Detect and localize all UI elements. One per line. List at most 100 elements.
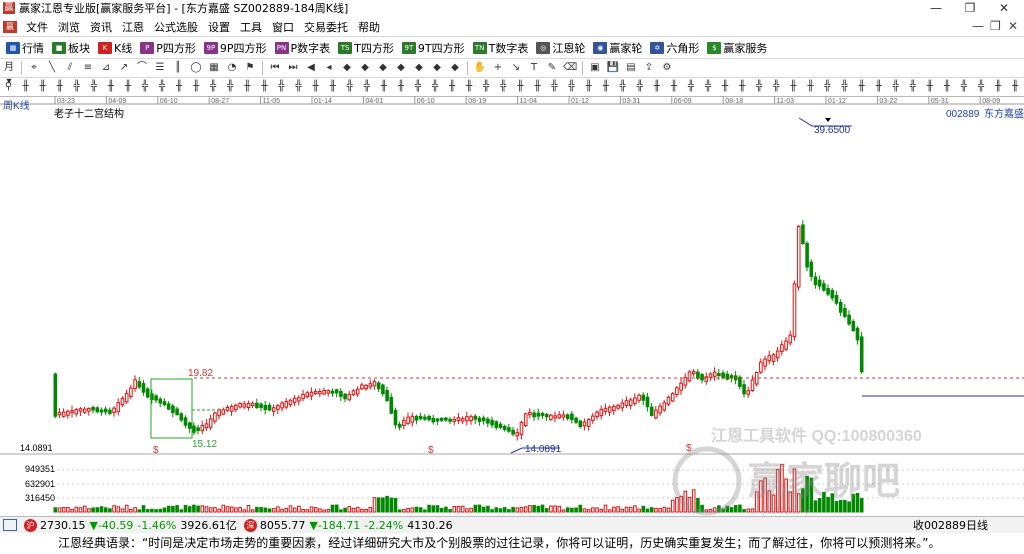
pattern-21-icon[interactable]: ╬ [343,80,356,94]
crosshair-icon[interactable]: + [491,61,505,75]
app-menu-icon[interactable]: 赢 [3,21,17,33]
menu-help[interactable]: 帮助 [353,19,385,35]
toolbar-winner-wheel-button[interactable]: ◉ 赢家轮 [593,40,642,56]
bar-icon[interactable]: ║ [171,61,185,75]
menu-trade[interactable]: 交易委托 [299,19,353,35]
pattern-2-icon[interactable]: ╫ [19,80,32,94]
pattern-25-icon[interactable]: ╬ [412,80,425,94]
menu-settings[interactable]: 设置 [203,19,235,35]
fib-icon[interactable]: ☰ [153,61,167,75]
flag-icon[interactable]: ⚑ [243,61,257,75]
left-icon[interactable]: ◂ [322,61,336,75]
line-tool-icon[interactable]: ╲ [45,61,59,75]
sz-index-icon[interactable]: 深 [243,518,257,532]
cycle-icon[interactable]: ◔ [225,61,239,75]
menu-gann[interactable]: 江恩 [117,19,149,35]
pattern-32-icon[interactable]: ╫ [531,80,544,94]
toolbar-t-square-button[interactable]: TS T四方形 [338,40,394,56]
pattern-7-icon[interactable]: ╫ [104,80,117,94]
toolbar-9t-square-button[interactable]: 9T 9T四方形 [401,40,465,56]
child-restore-button[interactable]: ❐ [990,19,1001,33]
circle-icon[interactable]: ◯ [189,61,203,75]
pattern-51-icon[interactable]: ╫ [855,80,868,94]
pattern-46-icon[interactable]: ╬ [770,80,783,94]
pattern-9-icon[interactable]: ╬ [139,80,152,94]
pattern-56-icon[interactable]: ╫ [940,80,953,94]
first-icon[interactable]: ⏮ [268,61,282,75]
pattern-26-icon[interactable]: ╬ [429,80,442,94]
pattern-38-icon[interactable]: ╬ [633,80,646,94]
pattern-60-icon[interactable]: ╫ [1009,80,1022,94]
eraser-icon[interactable]: ⌫ [563,61,577,75]
diamond7-icon[interactable]: ◆ [448,61,462,75]
pattern-22-icon[interactable]: ╬ [360,80,373,94]
menu-tools[interactable]: 工具 [235,19,267,35]
pattern-37-icon[interactable]: ╬ [616,80,629,94]
arrow-icon[interactable]: ↘ [509,61,523,75]
pattern-18-icon[interactable]: ╬ [292,80,305,94]
pattern-49-icon[interactable]: ╬ [821,80,834,94]
sh-index-icon[interactable]: 沪 [24,518,37,532]
pattern-33-icon[interactable]: ╬ [548,80,561,94]
pattern-42-icon[interactable]: ╬ [702,80,715,94]
cursor-icon[interactable]: ⌖ [27,61,41,75]
pattern-4-icon[interactable]: ╫ [53,80,66,94]
pattern-59-icon[interactable]: ╫ [992,80,1005,94]
print-icon[interactable]: ▤ [624,61,638,75]
pattern-48-icon[interactable]: ╫ [804,80,817,94]
pattern-16-icon[interactable]: ╫ [258,80,271,94]
pattern-27-icon[interactable]: ╫ [446,80,459,94]
diamond2-icon[interactable]: ◆ [358,61,372,75]
menu-browse[interactable]: 浏览 [53,19,85,35]
menu-file[interactable]: 文件 [21,19,53,35]
kline-chart[interactable]: 03-23 04-09 06-10 08-27 11-05 01-14 04-01 06-10… [0,95,1024,517]
period-dropdown-icon[interactable]: 月▾ [2,61,16,87]
pattern-52-icon[interactable]: ╫ [872,80,885,94]
pattern-28-icon[interactable]: ╫ [463,80,476,94]
pattern-41-icon[interactable]: ╬ [685,80,698,94]
pattern-8-icon[interactable]: ╫ [121,80,134,94]
pattern-57-icon[interactable]: ╬ [958,80,971,94]
pattern-54-icon[interactable]: ╬ [906,80,919,94]
diamond6-icon[interactable]: ◆ [430,61,444,75]
pattern-30-icon[interactable]: ╬ [497,80,510,94]
toolbar-9p-square-button[interactable]: 9P 9P四方形 [203,40,267,56]
close-button[interactable]: ✕ [984,0,1024,16]
toolbar-gann-wheel-button[interactable]: ◎ 江恩轮 [536,40,585,56]
pattern-47-icon[interactable]: ╫ [787,80,800,94]
toolbar-tnum-table-button[interactable]: TN T数字表 [472,40,528,56]
toolbar-hexagon-button[interactable]: ✡ 六角形 [650,40,699,56]
diamond1-icon[interactable]: ◆ [340,61,354,75]
settings-icon[interactable]: ⚙ [660,61,674,75]
diamond5-icon[interactable]: ◆ [412,61,426,75]
toolbar-pnum-table-button[interactable]: PN P数字表 [274,40,330,56]
parallel-icon[interactable]: ≡ [81,61,95,75]
child-close-button[interactable]: ✕ [1008,19,1018,33]
prev-icon[interactable]: ◀ [304,61,318,75]
pattern-43-icon[interactable]: ╫ [719,80,732,94]
pen-icon[interactable]: ✎ [545,61,559,75]
grid-view-icon[interactable] [3,519,17,531]
child-minimize-button[interactable]: — [972,19,984,33]
text-icon[interactable]: T [527,61,541,75]
pattern-6-icon[interactable]: ╬ [87,80,100,94]
pattern-55-icon[interactable]: ╫ [923,80,936,94]
pattern-29-icon[interactable]: ╬ [480,80,493,94]
hand-icon[interactable]: ✋ [473,61,487,75]
pattern-35-icon[interactable]: ╫ [582,80,595,94]
fan-icon[interactable]: ⊿ [99,61,113,75]
diamond4-icon[interactable]: ◆ [394,61,408,75]
menu-formula[interactable]: 公式选股 [149,19,203,35]
pattern-19-icon[interactable]: ╫ [309,80,322,94]
pattern-3-icon[interactable]: ╫ [36,80,49,94]
pattern-58-icon[interactable]: ╬ [975,80,988,94]
window-icon[interactable]: ▣ [588,61,602,75]
pattern-10-icon[interactable]: ╬ [156,80,169,94]
pattern-44-icon[interactable]: ╫ [736,80,749,94]
menu-info[interactable]: 资讯 [85,19,117,35]
pattern-24-icon[interactable]: ╫ [394,80,407,94]
toolbar-blocks-button[interactable]: ■ 板块 [52,40,90,56]
pattern-45-icon[interactable]: ╬ [753,80,766,94]
toolbar-p-square-button[interactable]: P P四方形 [140,40,196,56]
pattern-11-icon[interactable]: ╫ [173,80,186,94]
